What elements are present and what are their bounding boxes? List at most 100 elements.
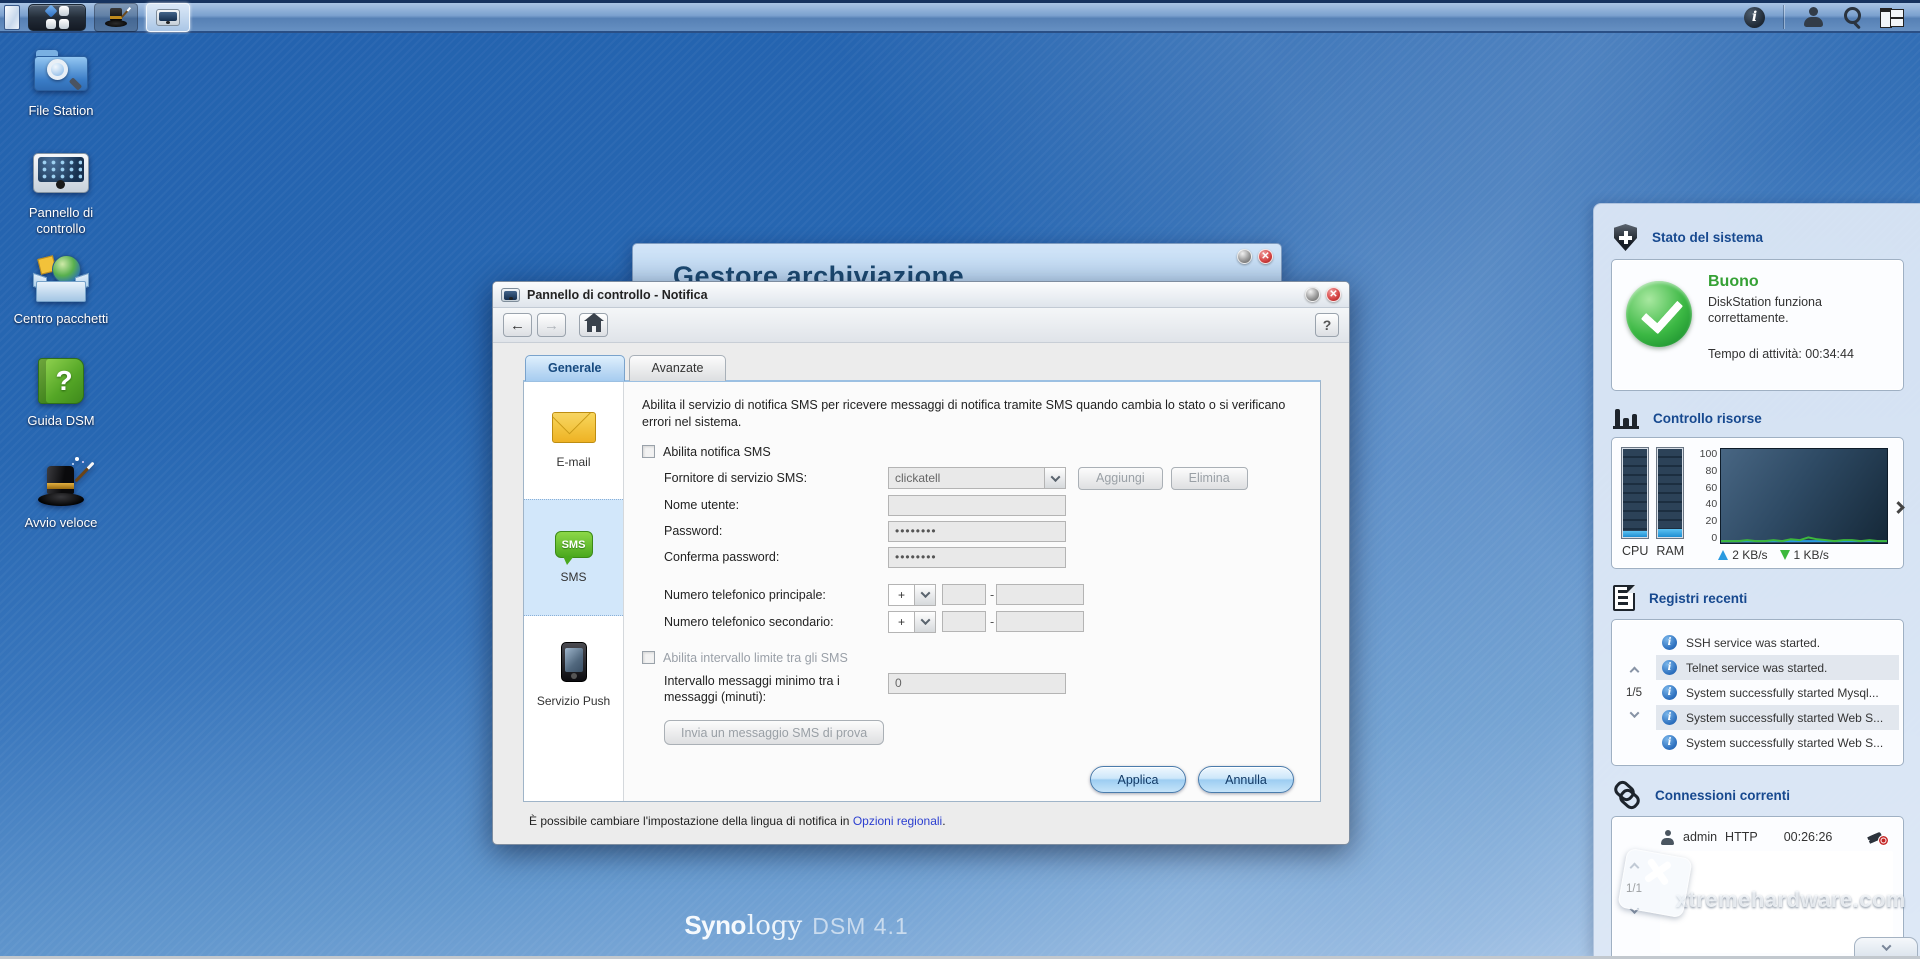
connection-protocol: HTTP — [1725, 830, 1758, 844]
sms-bubble-icon: SMS — [555, 531, 593, 558]
window-title: Gestore archiviazione — [673, 261, 964, 283]
tab-generale[interactable]: Generale — [525, 355, 625, 381]
desktop-icon-label: Guida DSM — [27, 413, 94, 429]
password-field[interactable]: •••••••• — [888, 521, 1066, 542]
back-button[interactable]: ← — [503, 313, 532, 337]
network-traffic-chart — [1720, 448, 1888, 544]
desktop-icon-file-station[interactable]: File Station — [6, 46, 116, 132]
apply-button[interactable]: Applica — [1090, 766, 1186, 793]
desktop-icon-control-panel[interactable]: Pannello di controllo — [6, 148, 116, 238]
widget-title: Stato del sistema — [1652, 230, 1763, 245]
log-row: iTelnet service was started. — [1656, 655, 1899, 680]
search-icon[interactable] — [1842, 7, 1862, 27]
home-icon — [587, 321, 601, 332]
dsm-version: DSM 4.1 — [812, 913, 908, 940]
help-button[interactable]: ? — [1315, 313, 1339, 337]
dialog-titlebar[interactable]: Pannello di controllo - Notifica ✕ — [493, 282, 1349, 308]
chevron-up-icon[interactable] — [1629, 666, 1639, 676]
chevron-up-icon[interactable] — [1629, 863, 1639, 873]
connections-page-indicator: 1/1 — [1626, 883, 1642, 895]
close-icon[interactable]: ✕ — [1326, 287, 1341, 302]
sidebar-item-push-service[interactable]: Servizio Push — [524, 616, 623, 733]
secondary-phone-label: Numero telefonico secondario: — [664, 615, 888, 629]
main-menu-button[interactable] — [28, 4, 86, 31]
enable-sms-checkbox[interactable] — [642, 445, 655, 458]
sidebar-item-email[interactable]: E-mail — [524, 382, 623, 499]
dsm-help-icon: ? — [38, 358, 84, 404]
provider-select[interactable]: clickatell — [888, 467, 1066, 489]
forward-button[interactable]: → — [537, 313, 566, 337]
password-label: Password: — [664, 524, 888, 538]
user-icon[interactable] — [1802, 7, 1824, 27]
minimize-button[interactable] — [1237, 249, 1252, 264]
desktop: i File Station Pannello di controllo Cen… — [0, 0, 1920, 959]
primary-phone-prefix-select[interactable]: + — [888, 584, 936, 606]
confirm-password-field[interactable]: •••••••• — [888, 547, 1066, 568]
secondary-phone-prefix-select[interactable]: + — [888, 611, 936, 633]
widget-panel-collapse-tab[interactable] — [1854, 937, 1918, 956]
taskbar-app-quick-launch[interactable] — [94, 3, 138, 32]
info-icon: i — [1662, 635, 1677, 650]
tab-bar: Generale Avanzate — [523, 355, 1321, 381]
desktop-icon-quick-launch[interactable]: Avvio veloce — [6, 458, 116, 544]
log-list: iSSH service was started. iTelnet servic… — [1656, 630, 1899, 755]
status-badge: Buono — [1708, 273, 1868, 291]
logs-pager: 1/5 — [1612, 630, 1656, 755]
delete-provider-button[interactable]: Elimina — [1171, 467, 1248, 490]
system-health-card: Buono DiskStation funziona correttamente… — [1611, 259, 1904, 391]
desktop-icon-dsm-help[interactable]: ? Guida DSM — [6, 356, 116, 442]
tab-avanzate[interactable]: Avanzate — [629, 355, 727, 381]
pilot-view-icon[interactable] — [1880, 8, 1904, 26]
add-provider-button[interactable]: Aggiungi — [1078, 467, 1163, 490]
window-storage-manager[interactable]: Gestore archiviazione ✕ — [632, 243, 1282, 283]
send-test-sms-button[interactable]: Invia un messaggio SMS di prova — [664, 720, 884, 745]
regional-options-link[interactable]: Opzioni regionali — [853, 814, 942, 828]
confirm-password-label: Conferma password: — [664, 550, 888, 564]
info-icon: i — [1662, 660, 1677, 675]
interval-field[interactable]: 0 — [888, 673, 1066, 694]
sidebar-item-sms[interactable]: SMS SMS — [524, 499, 623, 616]
interval-label: Intervallo messaggi minimo tra i messagg… — [664, 673, 888, 706]
minimize-button[interactable] — [1305, 287, 1320, 302]
close-icon[interactable]: ✕ — [1258, 249, 1273, 264]
network-traffic-legend: 2 KB/s 1 KB/s — [1718, 548, 1888, 562]
provider-label: Fornitore di servizio SMS: — [664, 471, 888, 485]
upload-rate: 2 KB/s — [1732, 548, 1767, 562]
desktop-icon-package-center[interactable]: Centro pacchetti — [6, 254, 116, 340]
dialog-title: Pannello di controllo - Notifica — [527, 288, 708, 302]
show-desktop-button[interactable] — [4, 5, 20, 30]
username-field[interactable] — [888, 495, 1066, 516]
cancel-button[interactable]: Annulla — [1198, 766, 1294, 793]
dialog-toolbar: ← → ? — [493, 308, 1349, 343]
chevron-down-icon — [1881, 941, 1891, 951]
info-icon[interactable]: i — [1744, 7, 1765, 28]
user-icon — [1660, 830, 1675, 845]
chevron-down-icon[interactable] — [1629, 708, 1639, 718]
desktop-icon-label: File Station — [28, 103, 93, 119]
taskbar-app-control-panel[interactable] — [146, 3, 190, 32]
log-row: iSystem successfully started Mysql... — [1656, 680, 1899, 705]
network-chart-y-axis: 100 80 60 40 20 0 — [1694, 448, 1720, 544]
log-row: iSSH service was started. — [1656, 630, 1899, 655]
cpu-label: CPU — [1622, 544, 1648, 558]
phone-separator: - — [990, 588, 994, 602]
connection-row: admin HTTP 00:26:26 — [1656, 825, 1897, 849]
uptime-text: Tempo di attività: 00:34:44 — [1708, 347, 1868, 361]
disconnect-icon[interactable] — [1869, 829, 1889, 845]
secondary-phone-number-field[interactable] — [996, 611, 1084, 632]
primary-phone-code-field[interactable] — [942, 584, 986, 605]
enable-sms-label: Abilita notifica SMS — [663, 445, 771, 459]
secondary-phone-code-field[interactable] — [942, 611, 986, 632]
control-panel-icon — [156, 9, 180, 26]
enable-interval-checkbox[interactable] — [642, 651, 655, 664]
log-row: iSystem successfully started Web S... — [1656, 730, 1899, 755]
connections-pager: 1/1 — [1612, 825, 1656, 953]
recent-logs-icon — [1613, 585, 1635, 611]
connections-link-icon — [1613, 782, 1641, 808]
chevron-down-icon[interactable] — [1629, 904, 1639, 914]
info-icon: i — [1662, 710, 1677, 725]
resource-monitor-expand-button[interactable] — [1894, 499, 1903, 517]
cpu-gauge — [1622, 448, 1648, 538]
home-button[interactable] — [579, 313, 608, 337]
primary-phone-number-field[interactable] — [996, 584, 1084, 605]
